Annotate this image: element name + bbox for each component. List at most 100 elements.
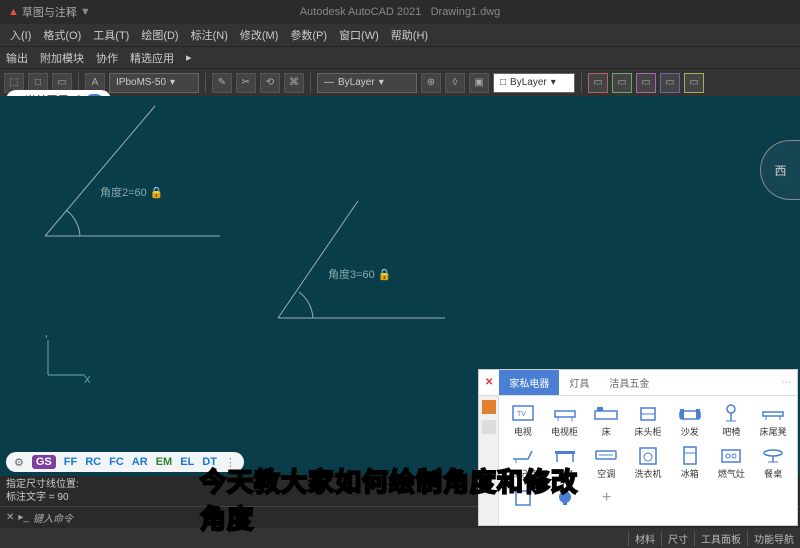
qb-em[interactable]: EM <box>156 456 173 468</box>
tool-icon[interactable]: ✎ <box>212 73 232 93</box>
menubar2: 输出附加模块协作精选应用▸ <box>0 46 800 68</box>
menu-item[interactable]: 修改(M) <box>234 27 285 43</box>
tool-icon[interactable]: ⌘ <box>284 73 304 93</box>
palette-item-bed[interactable]: 床 <box>586 400 626 440</box>
lock-icon: 🔒 <box>150 186 164 199</box>
qb-ar[interactable]: AR <box>132 456 148 468</box>
angle-1: 角度2=60 🔒 <box>45 106 220 236</box>
stove-icon <box>718 445 744 465</box>
tool-icon[interactable]: ⊕ <box>421 73 441 93</box>
palette-item-label: 餐桌 <box>764 467 782 480</box>
tool-icon[interactable]: ▭ <box>612 73 632 93</box>
palette-item-stove[interactable]: 燃气灶 <box>712 442 752 482</box>
close-icon[interactable]: ✕ <box>6 512 14 523</box>
bed-icon <box>593 403 619 423</box>
gear-icon[interactable]: ⚙ <box>14 456 24 469</box>
barstool-icon <box>718 403 744 423</box>
tool-icon[interactable]: ▭ <box>588 73 608 93</box>
nightstand-icon <box>635 403 661 423</box>
palette-item-barstool[interactable]: 吧椅 <box>712 400 752 440</box>
palette-more[interactable]: ⋯ <box>775 377 797 388</box>
prompt-icon: ▸_ <box>18 512 29 523</box>
lock-icon: 🔒 <box>378 268 392 281</box>
sofa-icon <box>677 403 703 423</box>
menu-item[interactable]: 帮助(H) <box>385 27 434 43</box>
palette-item-label: 电视柜 <box>551 425 578 438</box>
palette-item-fridge[interactable]: 冰箱 <box>670 442 710 482</box>
toolbar: ⬚ □ ▭ A IPboMS-50 ▾ ✎ ✂ ⟲ ⌘ — ByLayer ▾ … <box>0 68 800 96</box>
svg-text:TV: TV <box>517 411 526 418</box>
palette-category-icon[interactable] <box>482 400 496 414</box>
palette-item-tvstand[interactable]: 电视柜 <box>545 400 585 440</box>
tool-icon[interactable]: ▣ <box>469 73 489 93</box>
menu-item[interactable]: 入(I) <box>4 27 37 43</box>
svg-text:角度3=60 🔒: 角度3=60 🔒 <box>328 267 392 281</box>
palette-item-label: 床尾凳 <box>760 425 787 438</box>
menu-item[interactable]: 参数(P) <box>284 27 333 43</box>
palette-item-bench[interactable]: 床尾凳 <box>753 400 793 440</box>
palette-item-label: 床 <box>602 425 611 438</box>
layer2-dropdown[interactable]: □ ByLayer ▾ <box>493 73 575 93</box>
menu-item[interactable]: 工具(T) <box>87 27 135 43</box>
menu-item[interactable]: 精选应用 <box>124 50 180 66</box>
menu-item[interactable]: 协作 <box>90 50 124 66</box>
palette-item-table[interactable]: 餐桌 <box>753 442 793 482</box>
tool-icon[interactable]: ◊ <box>445 73 465 93</box>
status-item[interactable]: 功能导航 <box>747 531 800 546</box>
palette-tab[interactable]: 洁具五金 <box>599 370 659 395</box>
palette-item-sofa[interactable]: 沙发 <box>670 400 710 440</box>
font-dropdown[interactable]: IPboMS-50 ▾ <box>109 73 199 93</box>
tool-icon[interactable]: ⟲ <box>260 73 280 93</box>
angle-2: 角度3=60 🔒 <box>278 201 445 318</box>
bench-icon <box>760 403 786 423</box>
palette-header: ✕ 家私电器灯具洁具五金 ⋯ <box>479 370 797 396</box>
menu-item[interactable]: 窗口(W) <box>333 27 385 43</box>
tv-icon: TV <box>510 403 536 423</box>
qb-gs[interactable]: GS <box>32 455 56 469</box>
palette-category-icon[interactable] <box>482 420 496 434</box>
palette-close[interactable]: ✕ <box>479 373 499 392</box>
palette-item-tv[interactable]: TV 电视 <box>503 400 543 440</box>
palette-tab[interactable]: 家私电器 <box>499 370 559 395</box>
menu-item[interactable]: 附加模块 <box>34 50 90 66</box>
menu-item[interactable]: 格式(O) <box>37 27 87 43</box>
app-title: Autodesk AutoCAD 2021 Drawing1.dwg <box>300 6 501 18</box>
qb-el[interactable]: EL <box>180 456 194 468</box>
qb-ff[interactable]: FF <box>64 456 77 468</box>
menu-item[interactable]: 标注(N) <box>185 27 234 43</box>
ucs-icon: Y X <box>40 335 90 390</box>
washer-icon <box>635 445 661 465</box>
video-subtitle: 今天教大家如何绘制角度和修改角度 <box>200 462 600 536</box>
qb-rc[interactable]: RC <box>85 456 101 468</box>
table-icon <box>760 445 786 465</box>
layer-dropdown[interactable]: — ByLayer ▾ <box>317 73 417 93</box>
menu-expand[interactable]: ▸ <box>180 51 198 64</box>
palette-item-washer[interactable]: 洗衣机 <box>628 442 668 482</box>
tvstand-icon <box>552 403 578 423</box>
palette-item-label: 床头柜 <box>634 425 661 438</box>
palette-item-label: 燃气灶 <box>718 467 745 480</box>
palette-item-nightstand[interactable]: 床头柜 <box>628 400 668 440</box>
menu-item[interactable]: 绘图(D) <box>135 27 184 43</box>
status-item[interactable]: 材料 <box>628 531 661 546</box>
tool-icon[interactable]: ▭ <box>684 73 704 93</box>
svg-text:角度2=60 🔒: 角度2=60 🔒 <box>100 185 164 199</box>
palette-item-label: 吧椅 <box>722 425 740 438</box>
palette-item-label: 冰箱 <box>681 467 699 480</box>
status-item[interactable]: 尺寸 <box>661 531 694 546</box>
palette-item-label: 电视 <box>514 425 532 438</box>
svg-text:X: X <box>84 375 90 385</box>
menubar: 入(I)格式(O)工具(T)绘图(D)标注(N)修改(M)参数(P)窗口(W)帮… <box>0 24 800 46</box>
titlebar: ▲ 草图与注释 ▼ Autodesk AutoCAD 2021 Drawing1… <box>0 0 800 24</box>
palette-item-label: 洗衣机 <box>634 467 661 480</box>
tool-icon[interactable]: ✂ <box>236 73 256 93</box>
tool-icon[interactable]: ▭ <box>660 73 680 93</box>
palette-item-label: 沙发 <box>681 425 699 438</box>
qb-fc[interactable]: FC <box>109 456 124 468</box>
workspace-switcher[interactable]: ▲ 草图与注释 ▼ <box>0 4 99 20</box>
menu-item[interactable]: 输出 <box>0 50 34 66</box>
palette-tab[interactable]: 灯具 <box>559 370 599 395</box>
status-item[interactable]: 工具面板 <box>694 531 747 546</box>
fridge-icon <box>677 445 703 465</box>
tool-icon[interactable]: ▭ <box>636 73 656 93</box>
